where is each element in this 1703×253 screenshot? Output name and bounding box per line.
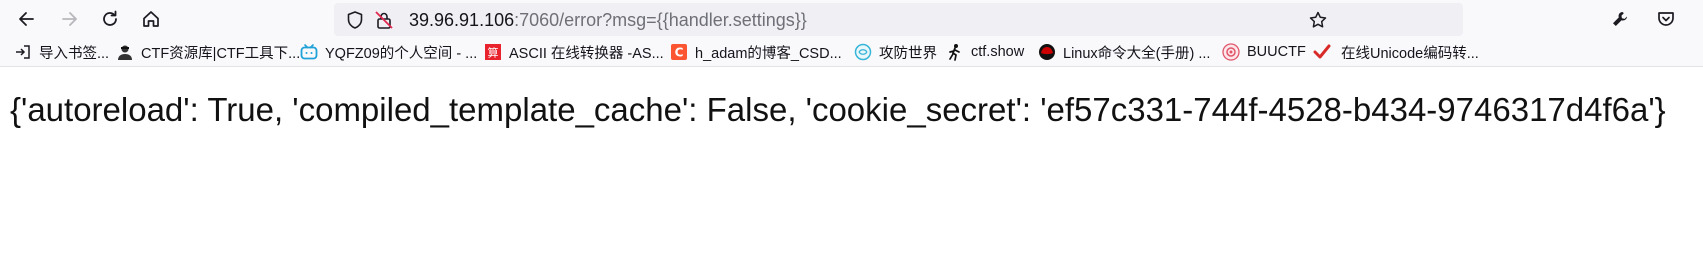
svg-text:算: 算: [488, 46, 499, 60]
forward-arrow-icon: [62, 12, 77, 26]
globe-icon: [854, 43, 872, 61]
pocket-button[interactable]: [1651, 4, 1681, 34]
forward-button[interactable]: [54, 4, 84, 34]
bookmark-linux[interactable]: Linux命令大全(手册) ...: [1038, 42, 1210, 62]
back-button[interactable]: [12, 4, 42, 34]
bookmark-label: 在线Unicode编码转...: [1341, 45, 1479, 62]
extensions-button[interactable]: [1605, 4, 1635, 34]
runner-icon: [946, 43, 964, 61]
bookmark-star-icon[interactable]: [1308, 10, 1328, 30]
insecure-lock-icon[interactable]: [374, 10, 394, 30]
bookmark-bilibili[interactable]: YQFZ09的个人空间 - ...: [300, 42, 477, 62]
url-text[interactable]: 39.96.91.106:7060/error?msg={{handler.se…: [409, 10, 807, 30]
bookmark-label: BUUCTF: [1247, 44, 1306, 60]
bookmark-unicode[interactable]: 在线Unicode编码转...: [1313, 42, 1479, 62]
bookmark-label: 攻防世界: [879, 45, 937, 62]
bookmark-label: ASCII 在线转换器 -AS...: [509, 45, 664, 62]
home-button[interactable]: [136, 4, 166, 34]
bookmarks-bar: 导入书签... CTF资源库|CTF工具下... YQFZ09的个人空间 - .…: [0, 38, 1703, 67]
bookmark-label: Linux命令大全(手册) ...: [1063, 45, 1211, 62]
check-icon: [1313, 43, 1331, 61]
bookmark-ascii[interactable]: 算 ASCII 在线转换器 -AS...: [484, 42, 664, 62]
bookmark-label: h_adam的博客_CSD...: [695, 45, 842, 62]
bookmark-csdn[interactable]: C h_adam的博客_CSD...: [670, 42, 842, 62]
wrench-icon: [1613, 12, 1627, 26]
url-host: 39.96.91.106: [409, 10, 515, 30]
csdn-icon: C: [670, 43, 688, 61]
redhat-icon: [1038, 43, 1056, 61]
bookmark-buuctf[interactable]: BUUCTF: [1222, 42, 1306, 62]
bookmark-import[interactable]: 导入书签...: [14, 42, 109, 62]
hacker-icon: [116, 43, 134, 61]
svg-text:C: C: [675, 46, 684, 60]
bookmark-ctf-resources[interactable]: CTF资源库|CTF工具下...: [116, 42, 300, 62]
reload-button[interactable]: [95, 4, 125, 34]
calc-icon: 算: [484, 43, 502, 61]
bookmark-adworld[interactable]: 攻防世界: [854, 42, 937, 62]
page-content-text: {'autoreload': True, 'compiled_template_…: [10, 91, 1666, 128]
bookmark-ctfshow[interactable]: ctf.show: [946, 42, 1024, 62]
bilibili-icon: [300, 43, 318, 61]
address-bar[interactable]: 39.96.91.106:7060/error?msg={{handler.se…: [334, 3, 1463, 36]
pocket-icon: [1658, 12, 1674, 26]
browser-toolbar: 39.96.91.106:7060/error?msg={{handler.se…: [0, 0, 1703, 38]
buuctf-icon: [1222, 43, 1240, 61]
url-path: :7060/error?msg={{handler.settings}}: [514, 10, 807, 30]
back-arrow-icon: [19, 12, 34, 26]
reload-icon: [103, 10, 117, 26]
shield-icon[interactable]: [345, 10, 365, 30]
import-icon: [14, 43, 32, 61]
bookmark-label: 导入书签...: [39, 45, 110, 62]
home-icon: [143, 11, 159, 27]
bookmark-label: ctf.show: [971, 44, 1025, 60]
bookmark-label: YQFZ09的个人空间 - ...: [325, 45, 478, 62]
bookmark-label: CTF资源库|CTF工具下...: [141, 45, 301, 62]
